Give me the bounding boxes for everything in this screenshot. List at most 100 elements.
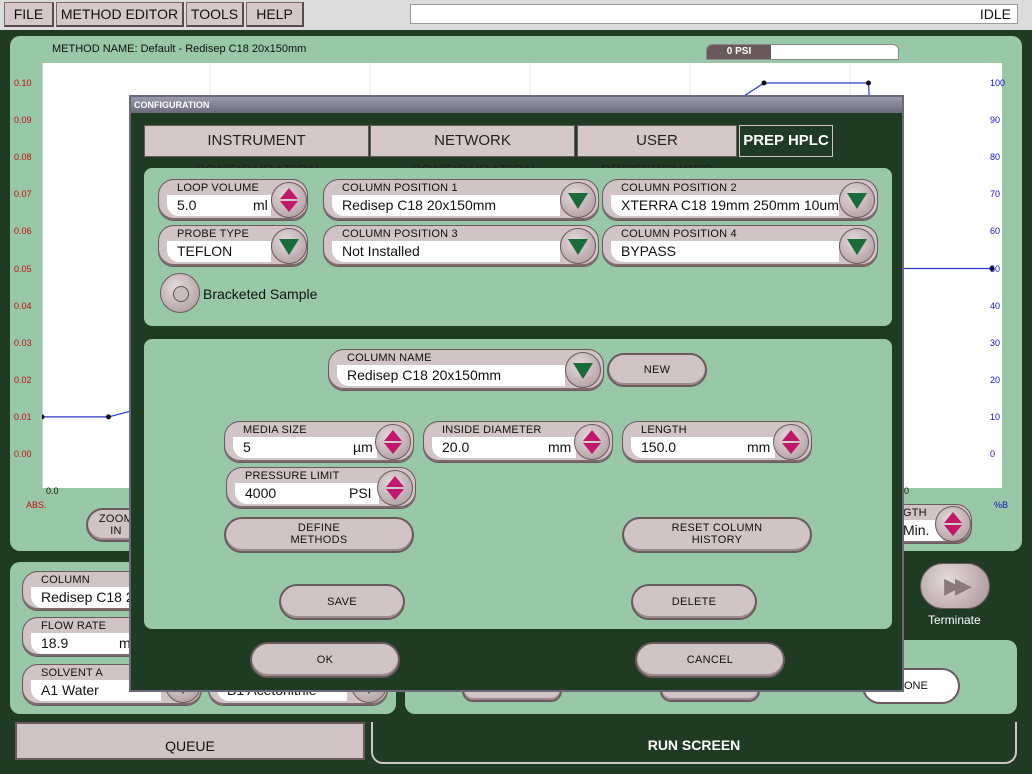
save-button[interactable]: SAVE <box>279 584 405 620</box>
right-axis-tick: 60 <box>990 226 1001 237</box>
length-knob[interactable] <box>773 424 809 460</box>
terminate-label: Terminate <box>928 613 981 627</box>
inside-diameter-stepper[interactable]: INSIDE DIAMETER 20.0 mm <box>423 421 613 463</box>
down-arrow-icon <box>782 443 800 454</box>
probe-type-value: TEFLON <box>167 241 271 262</box>
column-name-dropdown[interactable] <box>565 352 601 388</box>
right-axis-tick: 0 <box>990 449 996 459</box>
column-position-2-dropdown[interactable] <box>839 182 875 218</box>
media-size-label: MEDIA SIZE <box>243 424 307 436</box>
bracketed-sample-radio[interactable] <box>160 273 200 313</box>
reset-history-label-1: RESET COLUMN <box>671 522 763 534</box>
length-label: LENGTH <box>641 424 687 436</box>
left-axis-tick: 0.03 <box>14 337 32 348</box>
left-axis-tick: 0.04 <box>14 300 32 311</box>
column-position-4-value: BYPASS <box>611 241 839 262</box>
new-column-button[interactable]: NEW <box>607 353 707 387</box>
column-position-4-label: COLUMN POSITION 4 <box>621 228 737 240</box>
column-position-4-select[interactable]: COLUMN POSITION 4 BYPASS <box>602 225 878 267</box>
reset-history-label-2: HISTORY <box>691 534 743 546</box>
menu-tools[interactable]: TOOLS <box>186 2 244 27</box>
column-position-1-value: Redisep C18 20x150mm <box>332 195 560 216</box>
column-name-select[interactable]: COLUMN NAME Redisep C18 20x150mm <box>328 349 604 391</box>
pressure-limit-knob[interactable] <box>377 470 413 506</box>
column-position-4-dropdown[interactable] <box>839 228 875 264</box>
column-position-3-dropdown[interactable] <box>560 228 596 264</box>
down-arrow-icon <box>583 443 601 454</box>
chevron-down-icon <box>573 363 593 379</box>
menu-file[interactable]: FILE <box>4 2 54 27</box>
tab-prep-hplc[interactable]: PREP HPLC <box>739 125 833 157</box>
up-arrow-icon <box>386 476 404 487</box>
column-name-label: COLUMN NAME <box>347 352 432 364</box>
pressure-limit-stepper[interactable]: PRESSURE LIMIT 4000 PSI <box>226 467 416 509</box>
loop-volume-stepper[interactable]: LOOP VOLUME 5.0 ml <box>158 179 308 221</box>
right-axis-tick: 20 <box>990 374 1001 385</box>
chevron-down-icon <box>847 193 867 209</box>
dialog-title: CONFIGURATION <box>131 97 902 113</box>
length-stepper-knob[interactable] <box>935 506 971 542</box>
gradient-point <box>106 414 111 420</box>
run-screen-tab[interactable]: RUN SCREEN <box>371 722 1017 764</box>
right-axis-tick: 70 <box>990 189 1001 200</box>
length-field-stepper[interactable]: LENGTH 150.0 mm <box>622 421 812 463</box>
down-arrow-icon <box>384 443 402 454</box>
left-axis-tick: 0.06 <box>14 226 32 237</box>
column-position-3-select[interactable]: COLUMN POSITION 3 Not Installed <box>323 225 599 267</box>
left-axis-unit: ABS. <box>26 500 47 510</box>
menu-method-editor[interactable]: METHOD EDITOR <box>56 2 184 27</box>
tab-instrument-configuration[interactable]: INSTRUMENT CONFIGURATION <box>144 125 369 179</box>
right-axis-tick: 100 <box>990 78 1006 88</box>
left-axis-tick: 0.02 <box>14 374 32 385</box>
left-axis-tick: 0.05 <box>14 263 32 274</box>
media-size-stepper[interactable]: MEDIA SIZE 5 µm <box>224 421 414 463</box>
length-unit: mm <box>747 439 771 455</box>
status-display: IDLE <box>410 4 1018 24</box>
inside-diameter-knob[interactable] <box>574 424 610 460</box>
column-position-1-dropdown[interactable] <box>560 182 596 218</box>
pressure-limit-label: PRESSURE LIMIT <box>245 470 340 482</box>
x-axis-start: 0.0 <box>46 486 59 496</box>
column-position-2-select[interactable]: COLUMN POSITION 2 XTERRA C18 19mm 250mm … <box>602 179 878 221</box>
menu-help[interactable]: HELP <box>246 2 304 27</box>
media-size-knob[interactable] <box>375 424 411 460</box>
delete-button[interactable]: DELETE <box>631 584 757 620</box>
reset-column-history-button[interactable]: RESET COLUMN HISTORY <box>622 517 812 553</box>
down-arrow-icon <box>280 201 298 212</box>
chevron-down-icon <box>568 193 588 209</box>
left-axis-tick: 0.09 <box>14 115 32 126</box>
left-axis-tick: 0.01 <box>14 411 32 422</box>
gradient-point <box>866 80 871 86</box>
loop-volume-unit: ml <box>253 197 268 213</box>
cancel-button[interactable]: CANCEL <box>635 642 785 678</box>
down-arrow-icon <box>944 525 962 536</box>
up-arrow-icon <box>280 188 298 199</box>
left-axis-tick: 0.08 <box>14 152 32 163</box>
right-axis-tick: 10 <box>990 411 1001 422</box>
ok-button[interactable]: OK <box>250 642 400 678</box>
gradient-point <box>761 80 767 86</box>
loop-volume-knob[interactable] <box>271 182 307 218</box>
flow-rate-label: FLOW RATE <box>41 620 107 632</box>
up-arrow-icon <box>583 430 601 441</box>
left-axis-tick: 0.10 <box>14 78 32 88</box>
column-position-1-label: COLUMN POSITION 1 <box>342 182 458 194</box>
solvent-a-label: SOLVENT A <box>41 667 103 679</box>
right-axis-tick: 40 <box>990 300 1001 311</box>
probe-type-select[interactable]: PROBE TYPE TEFLON <box>158 225 308 267</box>
column-position-1-select[interactable]: COLUMN POSITION 1 Redisep C18 20x150mm <box>323 179 599 221</box>
tab-network-configuration[interactable]: NETWORK CONFIGURATION <box>370 125 575 179</box>
queue-tab[interactable]: QUEUE <box>15 722 365 760</box>
probe-type-dropdown[interactable] <box>271 228 307 264</box>
right-axis-tick: 90 <box>990 115 1001 126</box>
terminate-icon[interactable]: ▶▶ <box>920 563 990 609</box>
pressure-gauge: 0 PSI <box>706 44 899 60</box>
chevron-down-icon <box>568 239 588 255</box>
define-methods-button[interactable]: DEFINE METHODS <box>224 517 414 553</box>
configuration-dialog: CONFIGURATION INSTRUMENT CONFIGURATION N… <box>129 95 904 692</box>
down-arrow-icon <box>386 489 404 500</box>
tab-user-preferences[interactable]: USER PREFERENCES <box>577 125 737 179</box>
x-axis-end: 0 <box>904 486 910 496</box>
up-arrow-icon <box>384 430 402 441</box>
right-axis-unit: %B <box>994 500 1009 510</box>
